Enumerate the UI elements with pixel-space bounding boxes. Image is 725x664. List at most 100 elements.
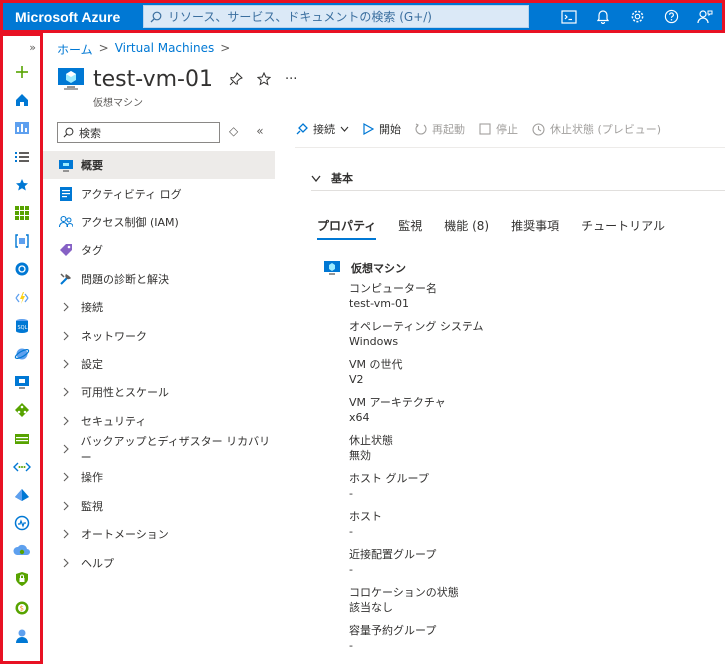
gear-icon[interactable] (620, 3, 654, 30)
menu-item[interactable]: 設定 (43, 350, 275, 378)
tab[interactable]: プロパティ (317, 217, 377, 240)
tag-icon (59, 243, 73, 257)
star-icon[interactable] (3, 171, 40, 199)
bell-icon[interactable] (586, 3, 620, 30)
breadcrumb-virtual-machines[interactable]: Virtual Machines (115, 41, 215, 58)
feedback-icon[interactable] (688, 3, 722, 30)
menu-item[interactable]: 接続 (43, 293, 275, 321)
collapse-menu-button[interactable]: « (256, 124, 263, 138)
load-balancer-icon[interactable] (3, 396, 40, 424)
more-options-button[interactable]: ··· (285, 72, 297, 87)
menu-item-label: タグ (81, 244, 103, 258)
property-row: 近接配置グループ - (323, 547, 703, 577)
brand-logo[interactable]: Microsoft Azure (3, 9, 143, 25)
menu-item[interactable]: 問題の診断と解決 (43, 265, 275, 293)
chevron-right-icon (59, 472, 73, 482)
page-subtitle: 仮想マシン (93, 98, 143, 109)
breadcrumb: ホーム > Virtual Machines > (57, 41, 230, 58)
vnet-icon[interactable] (3, 453, 40, 481)
dashboard-icon[interactable] (3, 114, 40, 142)
entra-icon[interactable] (3, 481, 40, 509)
menu-item[interactable]: オートメーション (43, 520, 275, 548)
menu-item-label: 接続 (81, 301, 103, 315)
hibernate-button[interactable]: 休止状態 (プレビュー) (532, 121, 661, 137)
cloud-shell-icon[interactable] (552, 3, 586, 30)
menu-item-label: 操作 (81, 471, 103, 485)
star-icon[interactable] (256, 72, 271, 86)
stop-button[interactable]: 停止 (479, 121, 518, 137)
property-row: ホスト グループ - (323, 471, 703, 501)
advisor-icon[interactable] (3, 537, 40, 565)
start-button[interactable]: 開始 (363, 121, 401, 137)
vm-icon (58, 68, 84, 90)
sort-icon[interactable]: ◇ (229, 124, 238, 138)
expand-menu-button[interactable]: » (3, 36, 40, 58)
home-icon[interactable] (3, 86, 40, 114)
menu-item[interactable]: セキュリティ (43, 407, 275, 435)
tab[interactable]: 推奨事項 (511, 217, 559, 234)
menu-item-label: 概要 (81, 159, 103, 173)
menu-item[interactable]: アクセス制御 (IAM) (43, 208, 275, 236)
plus-icon[interactable] (3, 58, 40, 86)
divider (311, 190, 725, 191)
menu-item-label: 問題の診断と解決 (81, 272, 169, 286)
menu-item[interactable]: バックアップとディザスター リカバリー (43, 435, 275, 465)
chevron-down-icon (340, 126, 349, 132)
property-value: 無効 (349, 449, 371, 462)
cost-icon[interactable]: $ (3, 594, 40, 622)
menu-item[interactable]: 監視 (43, 492, 275, 520)
resource-group-icon[interactable] (3, 227, 40, 255)
menu-search-input[interactable]: 検索 (57, 122, 220, 143)
menu-item[interactable]: 可用性とスケール (43, 378, 275, 406)
stop-icon (479, 123, 491, 135)
vm-icon[interactable] (3, 368, 40, 396)
menu-item[interactable]: ネットワーク (43, 321, 275, 349)
menu-item[interactable]: 概要 (43, 151, 275, 180)
essentials-toggle[interactable]: 基本 (311, 170, 353, 186)
chevron-right-icon (59, 444, 73, 454)
tab[interactable]: 機能 (8) (444, 217, 489, 234)
defender-icon[interactable] (3, 565, 40, 593)
grid-icon[interactable] (3, 199, 40, 227)
sql-icon[interactable]: SQL (3, 312, 40, 340)
global-search-input[interactable]: リソース、サービス、ドキュメントの検索 (G+/) (143, 5, 529, 28)
chevron-right-icon (59, 331, 73, 341)
property-row: オペレーティング システム Windows (323, 319, 703, 349)
divider (295, 147, 725, 148)
cosmos-icon[interactable] (3, 340, 40, 368)
restart-button[interactable]: 再起動 (415, 121, 465, 137)
menu-item-label: バックアップとディザスター リカバリー (80, 435, 271, 465)
storage-icon[interactable] (3, 424, 40, 452)
cube-icon[interactable] (3, 255, 40, 283)
help-icon[interactable] (654, 3, 688, 30)
connect-button[interactable]: 接続 (295, 121, 349, 137)
breadcrumb-home[interactable]: ホーム (57, 41, 93, 58)
main-area: ホーム > Virtual Machines > test-vm-01 ··· … (43, 33, 725, 664)
left-rail: » SQL $ (0, 33, 43, 664)
chevron-right-icon (59, 529, 73, 539)
pin-icon[interactable] (229, 72, 243, 86)
page-header: test-vm-01 ··· (57, 65, 297, 93)
hibernate-label: 休止状態 (プレビュー) (550, 123, 662, 136)
chevron-right-icon (59, 387, 73, 397)
menu-item[interactable]: タグ (43, 236, 275, 264)
menu-item[interactable]: ヘルプ (43, 548, 275, 576)
list-icon[interactable] (3, 143, 40, 171)
tab[interactable]: チュートリアル (581, 217, 665, 234)
menu-item[interactable]: アクティビティ ログ (43, 179, 275, 207)
property-row: コロケーションの状態 該当なし (323, 585, 703, 615)
menu-item[interactable]: 操作 (43, 463, 275, 491)
menu-list: 概要アクティビティ ログ アクセス制御 (IAM) タグ問題の診断と解決 接続ネットワ… (43, 151, 275, 577)
menu-item-label: ネットワーク (81, 329, 147, 343)
help-support-icon[interactable] (3, 622, 40, 650)
vm-icon (59, 158, 73, 172)
stop-label: 停止 (496, 123, 518, 136)
diagnose-icon (59, 272, 73, 286)
menu-item-label: 設定 (81, 357, 103, 371)
property-row: VM の世代 V2 (323, 357, 703, 387)
monitor-icon[interactable] (3, 509, 40, 537)
tab[interactable]: 監視 (398, 217, 422, 234)
function-icon[interactable] (3, 284, 40, 312)
play-icon (363, 123, 374, 135)
property-label: VM の世代 (349, 358, 403, 371)
